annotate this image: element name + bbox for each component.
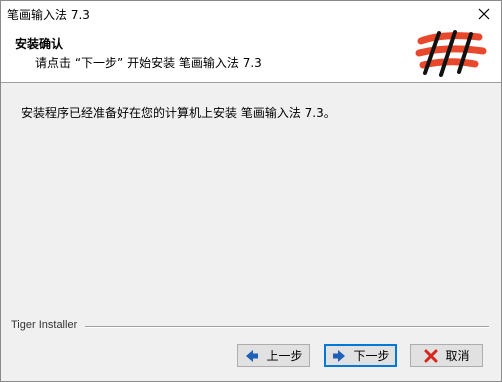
installer-brand-label: Tiger Installer <box>11 319 78 331</box>
installer-window: 笔画输入法 7.3 安装确认 请点击 “下一步” 开始安装 笔画输入法 7.3 … <box>0 0 502 382</box>
arrow-right-icon <box>331 348 347 364</box>
cancel-button-label: 取消 <box>445 349 470 363</box>
title-bar: 笔画输入法 7.3 <box>1 1 501 27</box>
next-button[interactable]: 下一步 <box>324 344 397 367</box>
footer-divider <box>85 326 489 328</box>
close-icon <box>478 8 490 20</box>
next-button-label: 下一步 <box>353 349 390 363</box>
close-button[interactable] <box>467 1 501 27</box>
page-title: 安装确认 <box>15 37 64 51</box>
back-button-label: 上一步 <box>266 349 303 363</box>
app-logo-icon <box>415 30 487 77</box>
back-button[interactable]: 上一步 <box>237 344 310 367</box>
cancel-x-icon <box>423 348 439 364</box>
ready-message: 安装程序已经准备好在您的计算机上安装 笔画输入法 7.3。 <box>21 106 336 120</box>
page-subtitle: 请点击 “下一步” 开始安装 笔画输入法 7.3 <box>35 56 262 70</box>
arrow-left-icon <box>244 348 260 364</box>
cancel-button[interactable]: 取消 <box>410 344 483 367</box>
window-title: 笔画输入法 7.3 <box>7 8 90 22</box>
header-panel: 安装确认 请点击 “下一步” 开始安装 笔画输入法 7.3 <box>1 27 501 83</box>
